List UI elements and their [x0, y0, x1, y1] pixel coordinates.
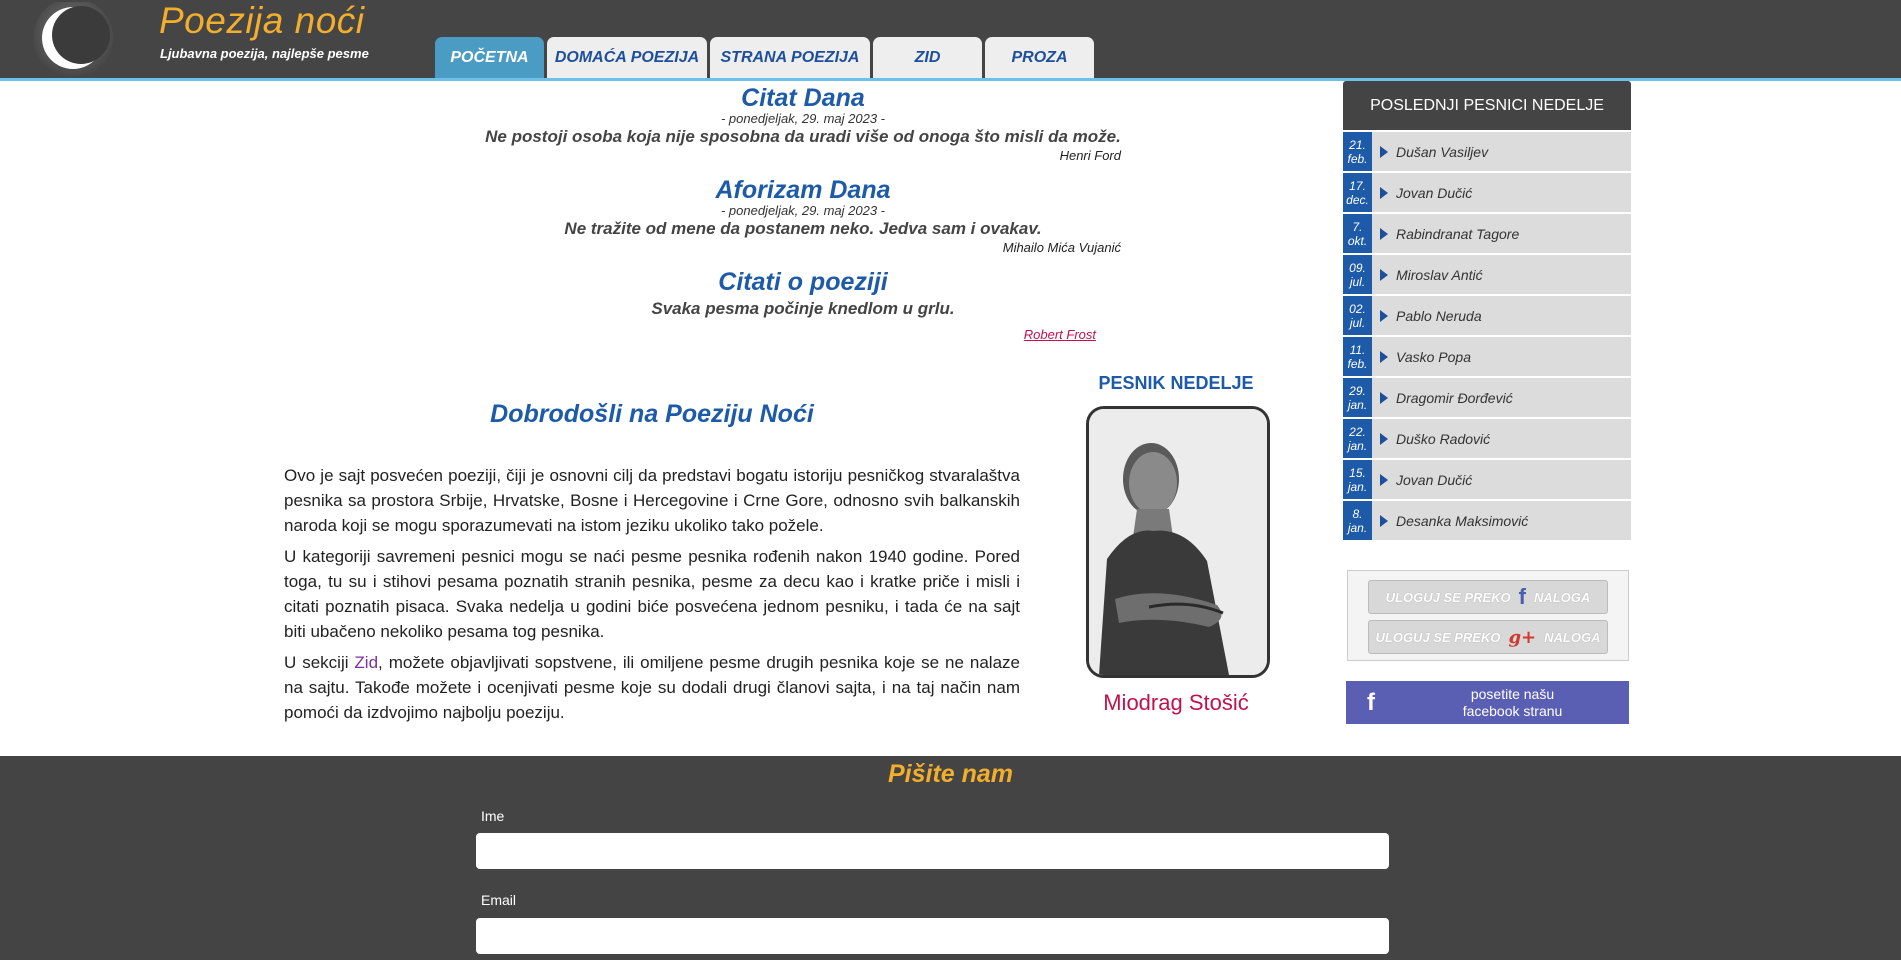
site-title[interactable]: Poezija noći: [159, 0, 365, 42]
zid-link[interactable]: Zid: [354, 653, 378, 672]
sidebar-item-name[interactable]: Jovan Dučić: [1396, 472, 1472, 488]
sidebar-item-name[interactable]: Duško Radović: [1396, 431, 1490, 447]
tab-proza[interactable]: PROZA: [985, 37, 1094, 78]
sidebar-item-date: 8. jan.: [1343, 501, 1372, 540]
sidebar-item-date: 11. feb.: [1343, 337, 1372, 376]
sidebar-item-date: 02. jul.: [1343, 296, 1372, 335]
quote-date: - ponedjeljak, 29. maj 2023 -: [720, 111, 886, 126]
sidebar-item-name[interactable]: Dragomir Đorđević: [1396, 390, 1513, 406]
facebook-banner-text: posetite našu facebook stranu: [1396, 686, 1629, 720]
sidebar-item-name[interactable]: Dušan Vasiljev: [1396, 144, 1488, 160]
site-subtitle: Ljubavna poezija, najlepše pesme: [160, 46, 369, 61]
poet-photo[interactable]: [1086, 406, 1270, 678]
sidebar-item-date: 7. okt.: [1343, 214, 1372, 253]
play-arrow-icon: [1380, 186, 1388, 199]
sidebar-item[interactable]: 09. jul. Miroslav Antić: [1343, 255, 1631, 294]
sidebar-item-name[interactable]: Desanka Maksimović: [1396, 513, 1528, 529]
sidebar-item-name[interactable]: Vasko Popa: [1396, 349, 1471, 365]
facebook-icon: f: [1518, 584, 1526, 609]
sidebar-item-name[interactable]: Miroslav Antić: [1396, 267, 1483, 283]
recent-poets-sidebar: POSLEDNJI PESNICI NEDELJE 21. feb. Dušan …: [1343, 81, 1631, 540]
aphorism-title: Aforizam Dana: [715, 176, 891, 204]
poet-portrait-icon: [1089, 409, 1267, 675]
poetry-quotes-title: Citati o poeziji: [718, 268, 888, 296]
google-plus-icon: g+: [1508, 626, 1537, 648]
play-arrow-icon: [1380, 391, 1388, 404]
sidebar-item-name[interactable]: Jovan Dučić: [1396, 185, 1472, 201]
poetry-quotes: Citati o poeziji Svaka pesma počinje kne…: [450, 268, 1156, 344]
facebook-banner-line-1: posetite našu: [1470, 685, 1555, 702]
sidebar-item-date: 17. dec.: [1343, 173, 1372, 212]
tab-zid[interactable]: ZID: [873, 37, 982, 78]
contact-title: Pišite nam: [887, 760, 1014, 788]
google-plus-login-button[interactable]: ULOGUJ SE PREKO g+ NALOGA: [1368, 620, 1608, 654]
poetry-quotes-text: Svaka pesma počinje knedlom u grlu.: [651, 299, 955, 318]
email-field[interactable]: [476, 918, 1389, 954]
aphorism-author: Mihailo Mića Vujanić: [1002, 240, 1121, 255]
social-login-box: ULOGUJ SE PREKO f NALOGA ULOGUJ SE PREKO…: [1347, 570, 1629, 661]
quote-text: Ne postoji osoba koja nije sposobna da u…: [485, 127, 1121, 146]
facebook-icon: f: [1367, 688, 1375, 716]
tab-domaca-poezija[interactable]: DOMAĆA POEZIJA: [547, 37, 707, 78]
sidebar-item[interactable]: 11. feb. Vasko Popa: [1343, 337, 1631, 376]
facebook-banner-line-2: facebook stranu: [1462, 702, 1563, 719]
facebook-page-banner[interactable]: f posetite našu facebook stranu: [1346, 681, 1629, 724]
play-arrow-icon: [1380, 309, 1388, 322]
sidebar-item-date: 29. jan.: [1343, 378, 1372, 417]
sidebar-item[interactable]: 29. jan. Dragomir Đorđević: [1343, 378, 1631, 417]
facebook-login-button[interactable]: ULOGUJ SE PREKO f NALOGA: [1368, 580, 1608, 614]
sidebar-item[interactable]: 02. jul. Pablo Neruda: [1343, 296, 1631, 335]
play-arrow-icon: [1380, 145, 1388, 158]
name-field[interactable]: [476, 833, 1389, 869]
sidebar-item-name[interactable]: Pablo Neruda: [1396, 308, 1482, 324]
name-label: Ime: [481, 808, 505, 824]
play-arrow-icon: [1380, 227, 1388, 240]
main-nav: POČETNA DOMAĆA POEZIJA STRANA POEZIJA ZI…: [435, 37, 1094, 78]
play-arrow-icon: [1380, 350, 1388, 363]
login-prefix: ULOGUJ SE PREKO: [1375, 629, 1501, 645]
sidebar-title: POSLEDNJI PESNICI NEDELJE: [1343, 81, 1631, 130]
sidebar-item-name[interactable]: Rabindranat Tagore: [1396, 226, 1519, 242]
site-header: Poezija noći Ljubavna poezija, najlepše …: [0, 0, 1901, 81]
login-suffix: NALOGA: [1533, 589, 1591, 605]
poetry-quotes-author-link[interactable]: Robert Frost: [1024, 327, 1096, 342]
sidebar-item[interactable]: 8. jan. Desanka Maksimović: [1343, 501, 1631, 540]
sidebar-item[interactable]: 15. jan. Jovan Dučić: [1343, 460, 1631, 499]
aphorism-text: Ne tražite od mene da postanem neko. Jed…: [564, 219, 1042, 238]
sidebar-item[interactable]: 7. okt. Rabindranat Tagore: [1343, 214, 1631, 253]
tab-strana-poezija[interactable]: STRANA POEZIJA: [710, 37, 870, 78]
moon-logo-icon[interactable]: [28, 2, 118, 82]
sidebar-item[interactable]: 22. jan. Duško Radović: [1343, 419, 1631, 458]
tab-pocetna[interactable]: POČETNA: [435, 37, 544, 78]
aphorism-of-day: Aforizam Dana - ponedjeljak, 29. maj 202…: [450, 176, 1156, 256]
sidebar-item-date: 15. jan.: [1343, 460, 1372, 499]
play-arrow-icon: [1380, 268, 1388, 281]
sidebar-item-date: 22. jan.: [1343, 419, 1372, 458]
login-prefix: ULOGUJ SE PREKO: [1385, 589, 1511, 605]
quote-title: Citat Dana: [741, 84, 865, 112]
welcome-paragraph-2: U kategoriji savremeni pesnici mogu se n…: [284, 547, 1020, 641]
welcome-title: Dobrodošli na Poeziju Noći: [490, 400, 814, 428]
sidebar-item[interactable]: 17. dec. Jovan Dučić: [1343, 173, 1631, 212]
login-suffix: NALOGA: [1544, 629, 1601, 645]
welcome-text: Ovo je sajt posvećen poeziji, čiji je os…: [284, 463, 1020, 731]
welcome-paragraph-1: Ovo je sajt posvećen poeziji, čiji je os…: [284, 466, 1020, 535]
sidebar-item-date: 21. feb.: [1343, 132, 1372, 171]
quote-author: Henri Ford: [1059, 148, 1121, 163]
sidebar-item[interactable]: 21. feb. Dušan Vasiljev: [1343, 132, 1631, 171]
play-arrow-icon: [1380, 473, 1388, 486]
welcome-p3-start: U sekciji: [284, 653, 355, 672]
welcome-paragraph-3: U sekciji Zid, možete objavljivati sopst…: [284, 650, 1020, 725]
email-label: Email: [481, 892, 517, 908]
play-arrow-icon: [1380, 432, 1388, 445]
quote-of-day: Citat Dana - ponedjeljak, 29. maj 2023 -…: [450, 84, 1156, 164]
play-arrow-icon: [1380, 514, 1388, 527]
aphorism-date: - ponedjeljak, 29. maj 2023 -: [720, 203, 886, 218]
welcome-p3-end: , možete objavljivati sopstvene, ili omi…: [284, 653, 1020, 722]
poet-of-week-name[interactable]: Miodrag Stošić: [1076, 690, 1276, 716]
sidebar-item-date: 09. jul.: [1343, 255, 1372, 294]
poet-of-week-title: PESNIK NEDELJE: [1098, 373, 1254, 393]
